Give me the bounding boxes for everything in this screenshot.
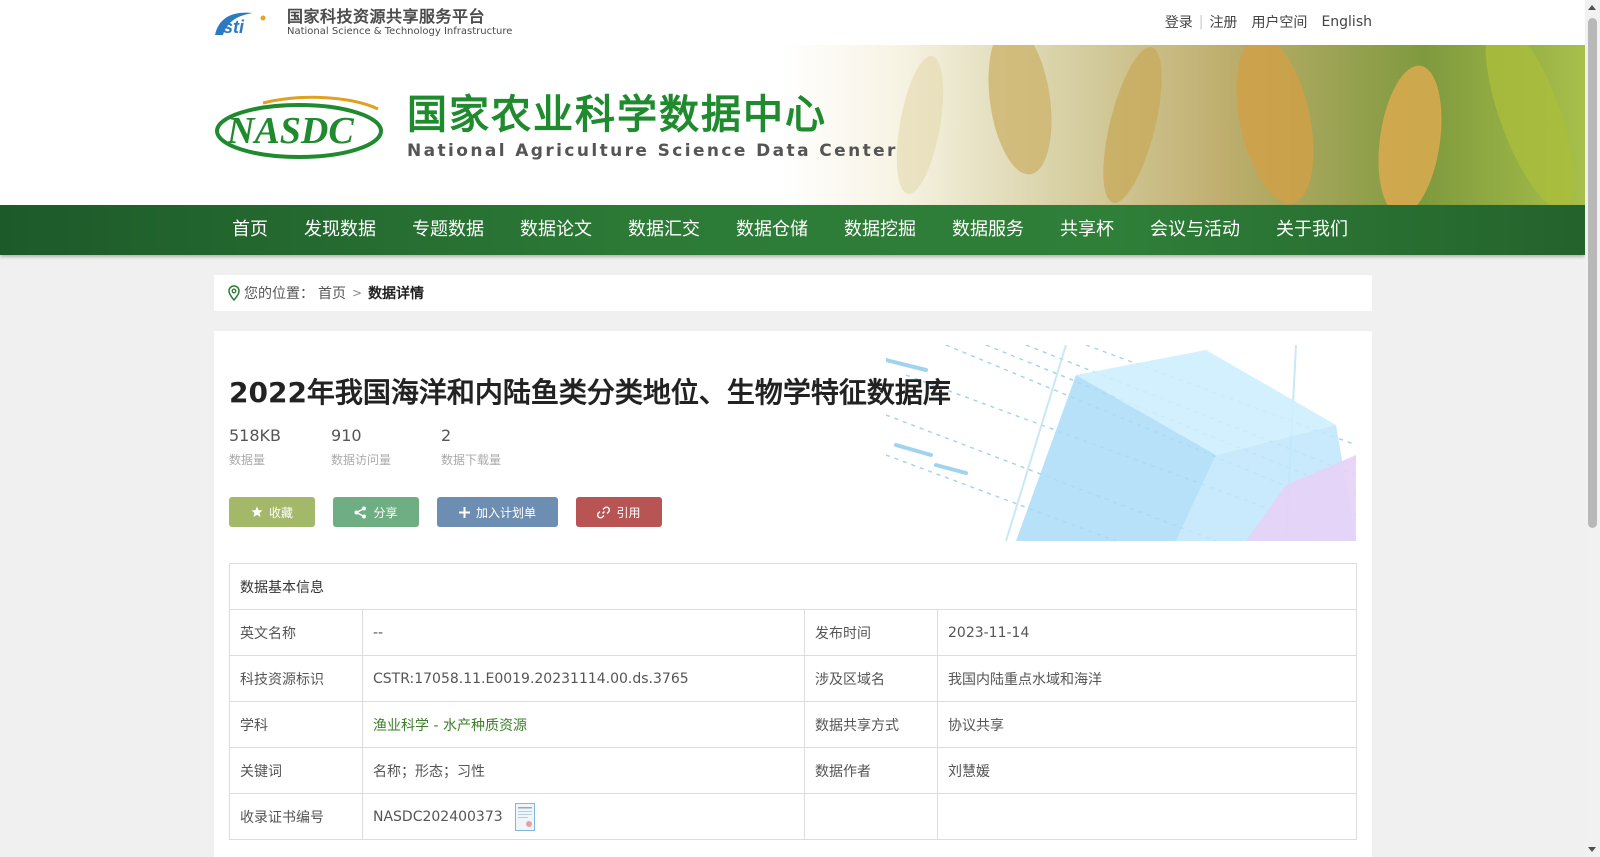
table-row: 收录证书编号 NASDC202400373 [229, 793, 1357, 840]
dataset-stats: 518KB 数据量 910 数据访问量 2 数据下载量 [229, 426, 551, 468]
cell-value [937, 793, 1357, 840]
stat-visits-label: 数据访问量 [331, 453, 392, 467]
certificate-number: NASDC202400373 [373, 808, 503, 825]
cell-label: 数据共享方式 [804, 701, 938, 748]
scroll-up-arrow-icon[interactable] [1588, 5, 1596, 10]
nav-item[interactable]: 数据汇交 [610, 205, 718, 255]
cell-label: 涉及区域名 [804, 655, 938, 702]
breadcrumb-home[interactable]: 首页 [318, 283, 346, 303]
add-plan-label: 加入计划单 [475, 505, 536, 520]
cell-label: 收录证书编号 [229, 793, 363, 840]
table-header-row: 数据基本信息 [229, 563, 1357, 610]
nav-item[interactable]: 专题数据 [394, 205, 502, 255]
share-icon [354, 506, 367, 518]
cell-value: 我国内陆重点水域和海洋 [937, 655, 1357, 702]
nav-item[interactable]: 数据论文 [502, 205, 610, 255]
stat-size-value: 518KB [229, 426, 282, 445]
user-space-link[interactable]: 用户空间 [1251, 12, 1307, 32]
nav-item[interactable]: 发现数据 [286, 205, 394, 255]
cell-label: 数据作者 [804, 747, 938, 794]
table-row: 英文名称 -- 发布时间 2023-11-14 [229, 609, 1357, 656]
breadcrumb-prefix: 您的位置： [244, 286, 314, 302]
english-link[interactable]: English [1321, 14, 1372, 30]
certificate-icon[interactable] [515, 802, 536, 831]
top-links: 登录 | 注册 用户空间 English [1165, 12, 1372, 32]
cell-value: -- [362, 609, 805, 656]
cell-label: 学科 [229, 701, 363, 748]
nsti-logo[interactable]: sti 国家科技资源共享服务平台 National Science & Tech… [213, 8, 512, 38]
nav-item[interactable]: 共享杯 [1042, 205, 1132, 255]
nav-list: 首页 发现数据 专题数据 数据论文 数据汇交 数据仓储 数据挖掘 数据服务 共享杯 会议与活动 关于… [214, 205, 1366, 255]
header-banner: NASDC 国家农业科学数据中心 National Agriculture Sc… [0, 45, 1585, 205]
star-icon [251, 506, 263, 517]
cell-label: 科技资源标识 [229, 655, 363, 702]
link-icon [597, 505, 611, 519]
stat-size-label: 数据量 [229, 453, 266, 467]
stat-downloads-label: 数据下载量 [441, 453, 502, 467]
cell-value: 渔业科学 - 水产种质资源 [362, 701, 805, 748]
stat-downloads: 2 数据下载量 [441, 426, 501, 468]
table-row: 科技资源标识 CSTR:17058.11.E0019.20231114.00.d… [229, 655, 1357, 702]
center-name-en: National Agriculture Science Data Center [407, 141, 898, 161]
nav-item[interactable]: 首页 [214, 205, 286, 255]
stat-downloads-value: 2 [441, 426, 452, 445]
platform-name-cn: 国家科技资源共享服务平台 [287, 7, 486, 26]
action-buttons: 收藏 分享 加入计划单 引用 [229, 497, 680, 527]
nav-item[interactable]: 关于我们 [1258, 205, 1366, 255]
cell-value: 名称；形态；习性 [362, 747, 805, 794]
plus-icon [458, 506, 470, 518]
center-name-cn: 国家农业科学数据中心 [407, 92, 827, 138]
share-button[interactable]: 分享 [333, 497, 419, 527]
platform-name-en: National Science & Technology Infrastruc… [287, 26, 513, 37]
top-bar: sti 国家科技资源共享服务平台 National Science & Tech… [0, 0, 1585, 45]
cell-label: 英文名称 [229, 609, 363, 656]
link-divider: | [1198, 14, 1204, 30]
table-row: 学科 渔业科学 - 水产种质资源 数据共享方式 协议共享 [229, 701, 1357, 748]
register-link[interactable]: 注册 [1209, 12, 1237, 32]
cell-value: NASDC202400373 [362, 793, 805, 840]
nav-item[interactable]: 数据服务 [934, 205, 1042, 255]
subject-link[interactable]: 渔业科学 - 水产种质资源 [373, 718, 527, 734]
favorite-label: 收藏 [268, 505, 293, 520]
cell-label [804, 793, 938, 840]
table-row: 关键词 名称；形态；习性 数据作者 刘慧媛 [229, 747, 1357, 794]
cell-value: 刘慧媛 [937, 747, 1357, 794]
basic-info-table: 数据基本信息 英文名称 -- 发布时间 2023-11-14 科技资源标识 CS… [229, 563, 1357, 840]
nasdc-logo[interactable]: NASDC [213, 95, 385, 161]
table-header: 数据基本信息 [229, 563, 1357, 610]
cell-label: 发布时间 [804, 609, 938, 656]
location-pin-icon [228, 285, 240, 301]
nasdc-logo-text: NASDC [226, 110, 354, 152]
breadcrumb-separator: > [352, 286, 363, 300]
scroll-down-arrow-icon[interactable] [1588, 847, 1596, 852]
cell-label: 关键词 [229, 747, 363, 794]
dataset-card: 2022年我国海洋和内陆鱼类分类地位、生物学特征数据库 518KB 数据量 91… [214, 331, 1372, 857]
svg-text:sti: sti [223, 17, 245, 37]
add-plan-button[interactable]: 加入计划单 [437, 497, 558, 527]
nav-item[interactable]: 数据仓储 [718, 205, 826, 255]
cell-value: 协议共享 [937, 701, 1357, 748]
share-label: 分享 [373, 505, 398, 520]
stat-size: 518KB 数据量 [229, 426, 281, 468]
cite-label: 引用 [616, 505, 641, 520]
scrollbar-thumb[interactable] [1588, 18, 1597, 528]
breadcrumb-current: 数据详情 [368, 286, 425, 302]
page-scrollbar[interactable] [1585, 0, 1600, 857]
cite-button[interactable]: 引用 [576, 497, 662, 527]
main-nav: 首页 发现数据 专题数据 数据论文 数据汇交 数据仓储 数据挖掘 数据服务 共享杯 会议与活动 关于… [0, 205, 1585, 255]
decorative-cube-graphic [886, 345, 1356, 541]
nsti-logo-icon: sti [215, 12, 266, 37]
nav-item[interactable]: 会议与活动 [1132, 205, 1258, 255]
cell-value: CSTR:17058.11.E0019.20231114.00.ds.3765 [362, 655, 805, 702]
center-title: 国家农业科学数据中心 National Agriculture Science … [407, 91, 898, 161]
nav-item[interactable]: 数据挖掘 [826, 205, 934, 255]
login-link[interactable]: 登录 [1165, 12, 1193, 32]
cell-value: 2023-11-14 [937, 609, 1357, 656]
favorite-button[interactable]: 收藏 [229, 497, 315, 527]
breadcrumb: 您的位置： 首页 > 数据详情 [214, 275, 1372, 311]
stat-visits: 910 数据访问量 [331, 426, 391, 468]
dataset-title: 2022年我国海洋和内陆鱼类分类地位、生物学特征数据库 [229, 376, 951, 409]
rice-banner-image [780, 45, 1585, 205]
stat-visits-value: 910 [331, 426, 362, 445]
